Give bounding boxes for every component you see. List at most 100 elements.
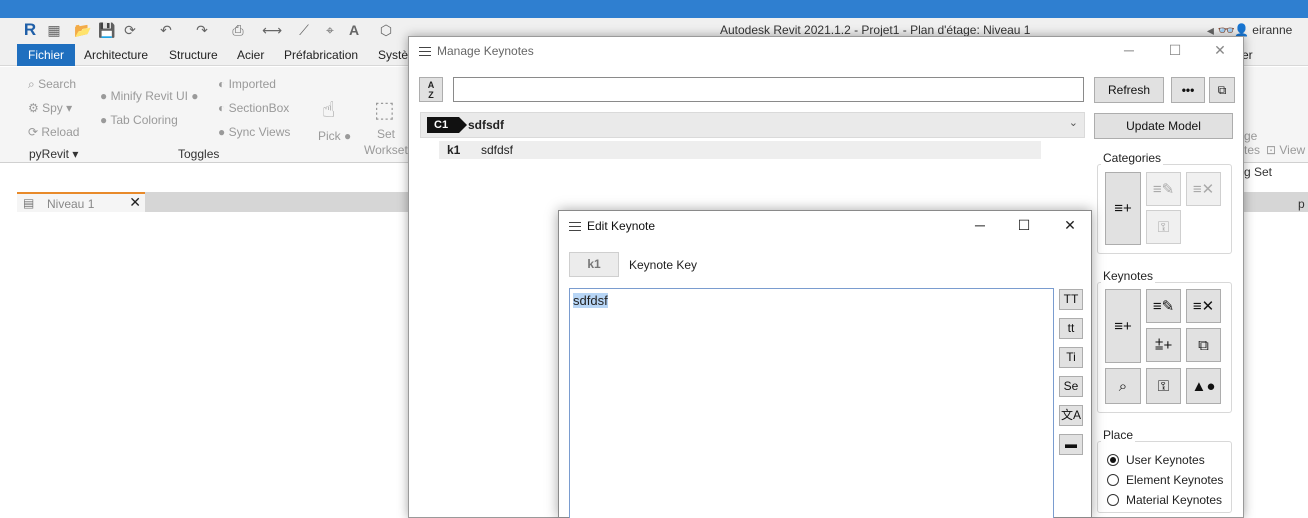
ribbon-pyrevit-label: pyRevit [29,147,70,161]
ribbon-search[interactable]: ⌕ Search [28,77,76,92]
close-icon[interactable]: ✕ [129,194,141,211]
menu-structure[interactable]: Structure [163,44,224,66]
ribbon-set: Set [377,127,396,141]
search-icon[interactable]: ⌕ [1105,368,1141,404]
ribbon-fragment-view[interactable]: ⊡ View [1266,143,1305,157]
dimension-icon[interactable]: ⟋ [296,22,312,38]
toggle-tab-coloring-label: Tab Coloring [110,113,178,127]
toggle-imported[interactable]: ◐ Imported [218,77,276,91]
place-user-keynotes-label: User Keynotes [1126,453,1205,467]
ribbon-fragment-gset: g Set [1244,165,1273,179]
ribbon-pick-label: Pick [318,129,341,143]
pick-icon[interactable]: ☝ [322,97,335,123]
remove-category-icon[interactable]: ≡✕ [1186,172,1221,206]
redo-icon[interactable]: ↷ [194,22,210,38]
toggle-tab-coloring[interactable]: ● Tab Coloring [100,113,178,127]
user-name-label: eiranne [1252,23,1293,37]
app-title: Autodesk Revit 2021.1.2 - Projet1 - Plan… [720,23,1031,37]
menu-prefabrication[interactable]: Préfabrication [278,44,364,66]
document-tab-niveau-1[interactable]: ▤ Niveau 1 ✕ [17,192,145,212]
keynote-text-area[interactable]: sdfdsf [569,288,1054,518]
radio-selected [1107,454,1119,466]
ribbon-pick[interactable]: Pick ● [318,129,351,143]
place-element-keynotes-radio[interactable]: Element Keynotes [1107,473,1223,487]
refresh-button[interactable]: Refresh [1094,77,1164,103]
sort-filter-button[interactable]: A Z [419,77,443,102]
folder-icon[interactable]: ▬ [1059,434,1083,455]
sync-icon[interactable]: ⟳ [122,22,138,38]
minimize-button[interactable]: ─ [969,216,991,234]
user-name[interactable]: 👤 eiranne [1234,23,1292,37]
add-keynote-icon[interactable]: ≡+ [1105,289,1141,363]
add-sub-keynote-icon[interactable]: ⩲+ [1146,328,1181,362]
place-material-keynotes-radio[interactable]: Material Keynotes [1107,493,1222,507]
side-panel-fragment: p [1298,197,1305,211]
toggle-sync-views[interactable]: ● Sync Views [218,125,290,139]
toggle-minify[interactable]: ● Minify Revit UI ● [100,89,199,103]
close-button[interactable]: ✕ [1059,216,1081,234]
place-group: User Keynotes Element Keynotes Material … [1097,441,1232,513]
search-input[interactable] [453,77,1084,102]
toggle-sectionbox-label: SectionBox [228,101,290,115]
toggle-imported-label: Imported [228,77,276,91]
shapes-icon[interactable]: ▲● [1186,368,1221,404]
category-key-badge: C1 [427,117,467,133]
toggle-sectionbox[interactable]: ◐ SectionBox [218,101,289,115]
menu-architecture[interactable]: Architecture [78,44,154,66]
lowercase-button[interactable]: tt [1059,318,1083,339]
edit-keynote-icon[interactable]: ≡✎ [1146,289,1181,323]
ribbon-reload[interactable]: ⟳ Reload [28,125,79,139]
ribbon-fragment-ge: ge [1244,129,1258,143]
maximize-button[interactable]: ☐ [1165,41,1185,59]
list-icon [419,46,431,57]
uppercase-button[interactable]: TT [1059,289,1083,310]
chevron-down-icon[interactable]: ⌄ [1069,116,1078,129]
manage-keynotes-title: Manage Keynotes [437,44,534,58]
sort-icon-bottom: Z [428,90,434,100]
sort-icon-top: A [427,80,435,90]
edit-category-icon[interactable]: ≡✎ [1146,172,1181,206]
save-icon[interactable]: 💾 [98,22,115,38]
more-button[interactable]: ••• [1171,77,1205,103]
remove-keynote-icon[interactable]: ≡✕ [1186,289,1221,323]
floor-plan-icon: ▤ [23,196,35,210]
document-tab-label: Niveau 1 [47,197,95,211]
toggle-minify-label: Minify Revit UI [110,89,188,103]
keynote-key-field[interactable]: k1 [569,252,619,277]
titlecase-button[interactable]: Ti [1059,347,1083,368]
menu-acier[interactable]: Acier [231,44,270,66]
close-button[interactable]: ✕ [1210,41,1230,59]
keynote-key-icon[interactable]: ⚿ [1146,368,1181,404]
category-row[interactable]: C1 sdfsdf ⌄ [420,112,1085,138]
place-group-label: Place [1101,428,1136,442]
open-icon[interactable]: 📂 [74,22,91,38]
tag-icon[interactable]: ⌖ [322,22,338,38]
open-external-icon[interactable]: ⧉ [1209,77,1235,103]
text-icon[interactable]: A [346,22,362,38]
ribbon-reload-label: Reload [41,125,80,139]
ribbon-pyrevit[interactable]: pyRevit ▾ [29,147,78,161]
maximize-button[interactable]: ☐ [1013,216,1035,234]
menu-fichier[interactable]: Fichier [17,44,76,66]
ribbon-spy[interactable]: ⚙ Spy ▾ [28,101,72,115]
categories-group-label: Categories [1101,151,1164,165]
update-model-button[interactable]: Update Model [1094,113,1233,139]
workset-icon[interactable]: ⬚ [374,97,395,123]
home-icon[interactable]: ▦ [46,22,62,38]
print-icon[interactable]: ⎙ [230,22,246,38]
radio-unselected [1107,474,1119,486]
category-name: sdfsdf [468,118,504,132]
3d-view-icon[interactable]: ⬡ [378,22,394,38]
revit-logo-icon[interactable]: R [22,21,38,38]
place-user-keynotes-radio[interactable]: User Keynotes [1107,453,1205,467]
sentencecase-button[interactable]: Se [1059,376,1083,397]
translate-icon[interactable]: 文A [1059,405,1083,426]
duplicate-keynote-icon[interactable]: ⧉ [1186,328,1221,362]
add-category-icon[interactable]: ≡+ [1105,172,1141,245]
keynote-row[interactable]: k1 sdfdsf [439,141,1041,159]
minimize-button[interactable]: ─ [1119,41,1139,59]
category-key-icon[interactable]: ⚿ [1146,210,1181,244]
keynotes-group-label: Keynotes [1101,269,1156,283]
measure-icon[interactable]: ⟷ [262,22,282,38]
undo-icon[interactable]: ↶ [158,22,174,38]
